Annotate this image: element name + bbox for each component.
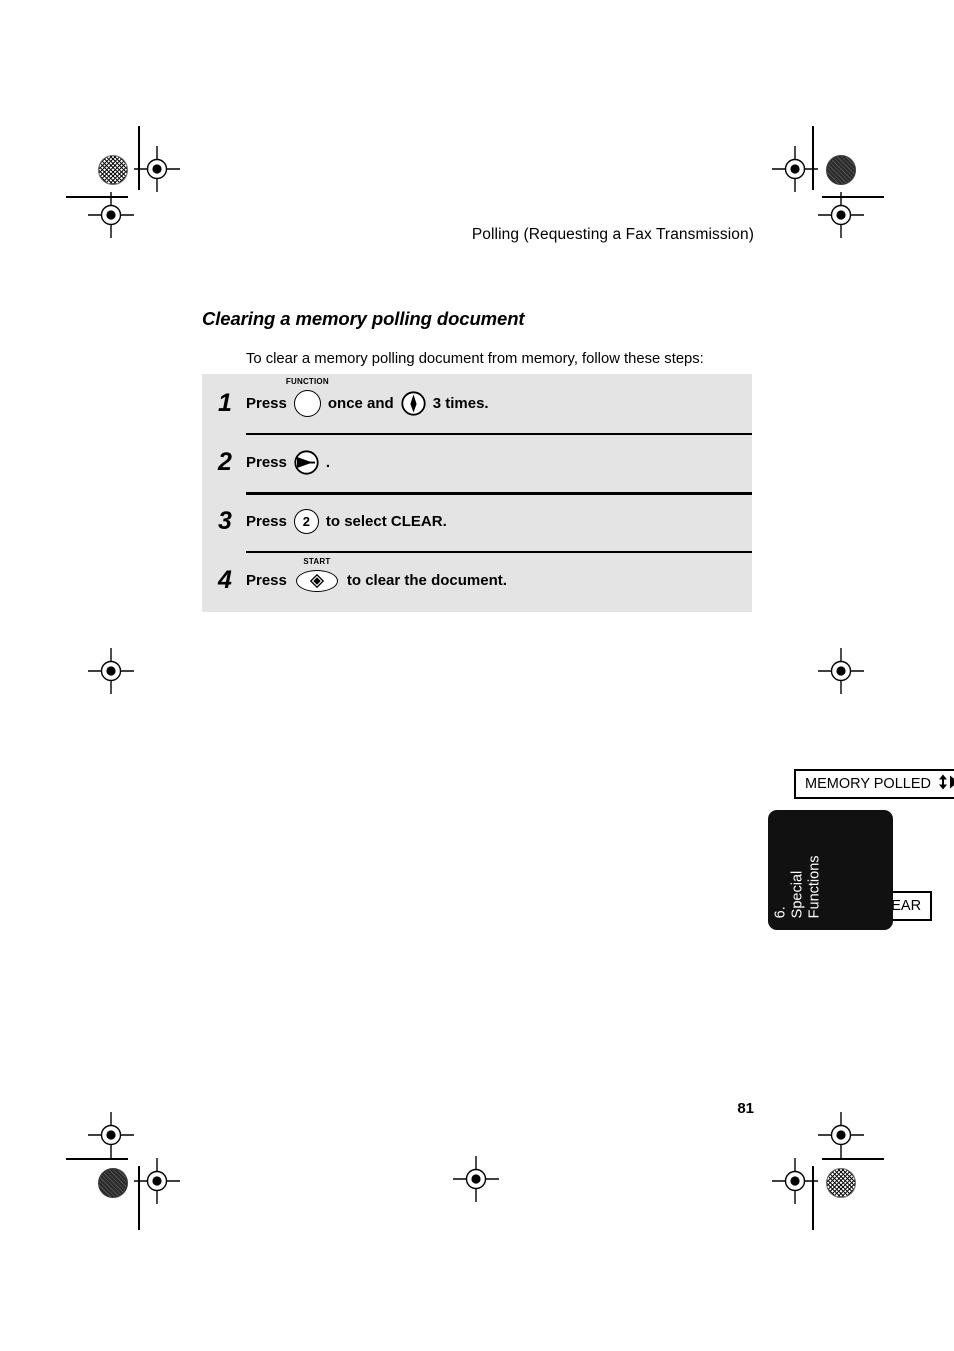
start-key-oval	[295, 569, 338, 592]
step-text-middle: once and	[327, 395, 394, 412]
trim-line-vertical-top-right	[812, 126, 814, 190]
side-tab-label: 6. Special Functions	[772, 855, 823, 918]
step-number: 4	[218, 566, 232, 594]
function-key-circle	[293, 390, 321, 417]
step-number: 1	[218, 389, 232, 417]
step-text-after: 3 times.	[432, 395, 489, 412]
start-set-arrow-key-icon[interactable]	[294, 450, 319, 475]
step-body: Press 2 to select CLEAR.	[246, 509, 447, 534]
function-key-icon[interactable]: FUNCTION	[286, 377, 329, 417]
halftone-density-patch-bottom-right	[826, 1168, 856, 1198]
step-body: Press .	[246, 450, 330, 475]
trim-line-vertical-top-left	[138, 126, 140, 190]
lcd-display: MEMORY POLLED	[794, 769, 954, 799]
side-tab-chapter-marker: 6. Special Functions	[768, 810, 893, 930]
halftone-density-patch-dark-bottom-left	[98, 1168, 128, 1198]
registration-crosshair-icon	[88, 1112, 134, 1158]
start-key-icon[interactable]: START	[295, 557, 338, 592]
step-number: 3	[218, 507, 232, 535]
function-key-caption: FUNCTION	[285, 377, 329, 386]
start-diamond-glyph	[309, 573, 324, 588]
start-set-arrow-key-glyph	[294, 450, 319, 475]
steps-panel: 1 Press FUNCTION once and 3 times. MEMOR…	[202, 374, 954, 921]
step-number: 2	[218, 448, 232, 476]
halftone-density-patch-light-top-left	[98, 155, 128, 185]
trim-line-vertical-bottom-left	[138, 1166, 140, 1230]
step-text-before: Press	[246, 454, 287, 471]
start-key-caption: START	[303, 556, 331, 566]
halftone-density-patch-dark-top-right	[826, 155, 856, 185]
step-text-after: to clear the document.	[346, 572, 507, 589]
registration-crosshair-icon	[88, 648, 134, 694]
registration-crosshair-icon	[772, 146, 818, 192]
page-number: 81	[737, 1100, 754, 1117]
step-text-before: Press	[246, 513, 287, 530]
step-row: 2 Press . 1=SET, 2=CLEAR	[202, 433, 933, 921]
step-text-after: .	[325, 454, 331, 471]
step-body: Press START to clear the document.	[246, 557, 507, 592]
trim-line-horizontal-top-right	[822, 196, 884, 198]
numeric-key-2-icon[interactable]: 2	[293, 509, 319, 534]
running-head: Polling (Requesting a Fax Transmission)	[471, 226, 754, 243]
lcd-text: MEMORY POLLED	[805, 776, 931, 792]
step-row: 4 Press START to clear the document.	[202, 551, 752, 610]
registration-crosshair-icon	[818, 648, 864, 694]
trim-line-horizontal-top-left	[66, 196, 128, 198]
registration-crosshair-icon	[772, 1158, 818, 1204]
registration-crosshair-icon	[134, 1158, 180, 1204]
down-arrow-key-icon[interactable]	[401, 391, 426, 416]
registration-crosshair-icon	[818, 192, 864, 238]
step-row: 1 Press FUNCTION once and 3 times. MEMOR…	[202, 374, 954, 799]
trim-line-horizontal-bottom-left	[66, 1158, 128, 1160]
numeric-key-2-label: 2	[293, 509, 319, 534]
side-tab-text-wrap: 6. Special Functions	[773, 818, 882, 922]
up-down-right-arrow-icon	[937, 774, 954, 794]
trim-line-horizontal-bottom-right	[822, 1158, 884, 1160]
step-text-before: Press	[246, 572, 287, 589]
step-text-after: to select CLEAR.	[325, 513, 447, 530]
intro-paragraph: To clear a memory polling document from …	[246, 350, 704, 367]
step-body: Press FUNCTION once and 3 times.	[246, 377, 489, 417]
registration-crosshair-icon	[453, 1156, 499, 1202]
registration-crosshair-icon	[134, 146, 180, 192]
step-row: 3 Press 2 to select CLEAR.	[202, 492, 752, 551]
page-title: Clearing a memory polling document	[202, 308, 525, 330]
down-arrow-key-glyph	[401, 391, 426, 416]
step-text-before: Press	[246, 395, 287, 412]
registration-crosshair-icon	[818, 1112, 864, 1158]
trim-line-vertical-bottom-right	[812, 1166, 814, 1230]
print-marks-layer	[0, 0, 954, 1351]
